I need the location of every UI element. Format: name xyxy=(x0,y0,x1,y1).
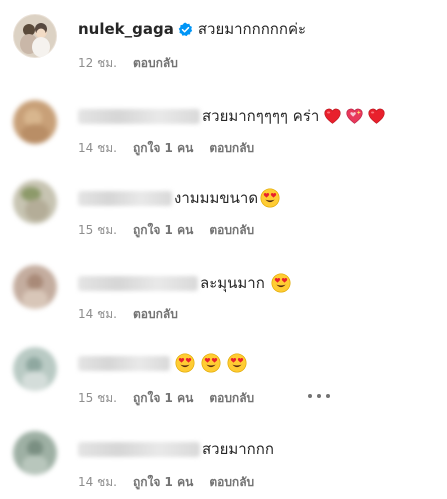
comment-text: สวยมากกก xyxy=(202,440,274,458)
red-heart-icon xyxy=(324,108,341,124)
username-blurred[interactable] xyxy=(78,108,200,124)
heart-eyes-emoji-icon xyxy=(260,188,280,208)
avatar[interactable] xyxy=(13,14,57,58)
comment-text: สวยมากๆๆๆๆ คร่า xyxy=(202,107,320,125)
likes-count[interactable]: ถูกใจ 1 คน xyxy=(133,389,193,408)
username-blurred[interactable] xyxy=(78,275,198,291)
comment-text: งามมมขนาด xyxy=(174,189,259,207)
comment-text: สวยมากกกกกค่ะ xyxy=(197,20,307,38)
avatar[interactable] xyxy=(13,100,57,144)
comment-time[interactable]: 14 ชม. xyxy=(78,139,117,158)
heart-eyes-emoji-icon xyxy=(201,353,221,373)
heart-eyes-emoji-icon xyxy=(227,353,247,373)
comment-time[interactable]: 14 ชม. xyxy=(78,305,117,324)
reply-button[interactable]: ตอบกลับ xyxy=(209,139,254,158)
comment-time[interactable]: 15 ชม. xyxy=(78,221,117,240)
likes-count[interactable]: ถูกใจ 1 คน xyxy=(133,221,193,240)
avatar[interactable] xyxy=(13,431,57,475)
likes-count[interactable]: ถูกใจ 1 คน xyxy=(133,139,193,158)
avatar[interactable] xyxy=(13,265,57,309)
username-blurred[interactable] xyxy=(78,190,172,206)
username[interactable]: nulek_gaga xyxy=(78,20,174,38)
comment-time[interactable]: 15 ชม. xyxy=(78,389,117,408)
red-heart-icon xyxy=(368,108,385,124)
username-blurred[interactable] xyxy=(78,441,200,457)
more-options-icon[interactable] xyxy=(308,393,330,399)
heart-eyes-emoji-icon xyxy=(175,353,195,373)
comment-text: ละมุนมาก xyxy=(200,274,265,292)
reply-button[interactable]: ตอบกลับ xyxy=(209,473,254,492)
heart-eyes-emoji-icon xyxy=(271,273,291,293)
comment-time[interactable]: 12 ชม. xyxy=(78,54,117,73)
reply-button[interactable]: ตอบกลับ xyxy=(209,221,254,240)
reply-button[interactable]: ตอบกลับ xyxy=(133,54,178,73)
reply-button[interactable]: ตอบกลับ xyxy=(209,389,254,408)
verified-badge-icon xyxy=(178,22,193,37)
sparkling-heart-icon xyxy=(346,108,363,124)
reply-button[interactable]: ตอบกลับ xyxy=(133,305,178,324)
avatar[interactable] xyxy=(13,180,57,224)
avatar[interactable] xyxy=(13,347,57,391)
comment-time[interactable]: 14 ชม. xyxy=(78,473,117,492)
username-blurred[interactable] xyxy=(78,355,170,371)
likes-count[interactable]: ถูกใจ 1 คน xyxy=(133,473,193,492)
